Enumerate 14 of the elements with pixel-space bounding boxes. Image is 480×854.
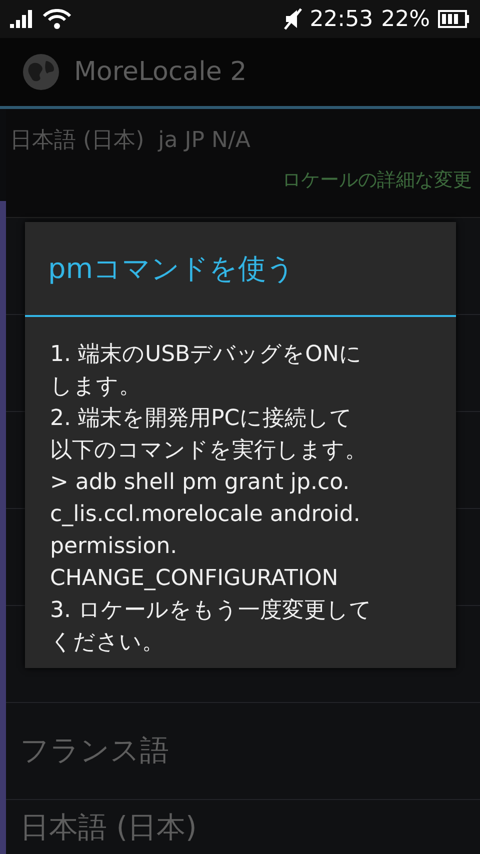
locale-details-link[interactable]: ロケールの詳細な変更 — [282, 167, 472, 193]
wifi-icon — [42, 9, 72, 29]
current-locale: 日本語 (日本) ja JP N/A — [10, 127, 252, 155]
globe-icon — [22, 53, 60, 91]
dialog-title: pmコマンドを使う — [25, 222, 456, 317]
battery-percent: 22% — [381, 6, 430, 32]
locale-item[interactable]: フランス語 — [20, 731, 169, 771]
battery-icon — [438, 10, 470, 28]
app-title: MoreLocale 2 — [74, 57, 247, 87]
mute-icon — [284, 8, 302, 30]
signal-icon — [10, 10, 34, 28]
dialog-message: 1. 端末のUSBデバッグをONに します。 2. 端末を開発用PCに接続して 以下のコマンドを実行します。 > adb shell pm grant jp.co. c_lis.ccl.morelocale android. permission. CHANGE_CONFIGURATION 3. ロケールをもう一度変更して ください。 — [49, 341, 373, 657]
clock-time: 22:53 — [310, 6, 374, 32]
locale-item[interactable]: 日本語 (日本) — [20, 808, 197, 848]
